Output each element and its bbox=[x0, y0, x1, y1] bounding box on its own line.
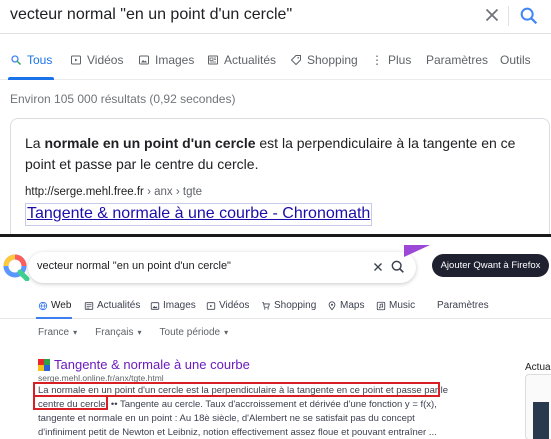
tab-web[interactable]: Web bbox=[38, 300, 71, 311]
tab-label: Plus bbox=[388, 53, 412, 67]
tab-label: Images bbox=[155, 53, 195, 67]
tab-tous[interactable]: Tous bbox=[10, 53, 52, 67]
search-filters: France ▾ Français ▾ Toute période ▾ bbox=[38, 327, 228, 338]
highlight-annotation-box bbox=[33, 382, 440, 397]
search-icon[interactable] bbox=[390, 259, 406, 275]
filter-region[interactable]: France ▾ bbox=[38, 327, 77, 338]
active-tab-indicator bbox=[36, 317, 72, 319]
result-link[interactable]: Tangente & normale à une courbe - Chrono… bbox=[27, 205, 370, 223]
more-vert-icon: ⋮ bbox=[371, 53, 383, 67]
tab-label: Actualités bbox=[97, 300, 141, 311]
qwant-search-bar[interactable]: vecteur normal "en un point d'un cercle" bbox=[28, 252, 416, 283]
tab-parametres[interactable]: Paramètres bbox=[437, 300, 489, 311]
tab-label: Paramètres bbox=[426, 53, 489, 67]
tab-music[interactable]: Music bbox=[376, 300, 415, 311]
filter-label: France bbox=[38, 327, 70, 338]
tab-shopping[interactable]: Shopping bbox=[261, 300, 316, 311]
tab-label: Shopping bbox=[307, 53, 358, 67]
search-divider bbox=[508, 6, 509, 26]
tab-maps[interactable]: Maps bbox=[327, 300, 364, 311]
cart-icon bbox=[262, 301, 270, 310]
tab-label: Outils bbox=[500, 53, 531, 67]
video-icon bbox=[71, 55, 81, 65]
qwant-logo-icon[interactable] bbox=[2, 253, 30, 281]
tab-label: Vidéos bbox=[87, 53, 124, 67]
tab-outils[interactable]: Outils bbox=[500, 53, 531, 67]
music-icon bbox=[376, 301, 386, 310]
qwant-tabs: Web Actualités Images Vidéos Shopping Ma… bbox=[0, 295, 551, 319]
sidebar-thumbnail bbox=[533, 402, 549, 439]
news-icon bbox=[208, 55, 218, 65]
tab-label: Web bbox=[51, 300, 72, 311]
google-screenshot: vecteur normal "en un point d'un cercle"… bbox=[0, 0, 551, 234]
desc-rest: •• Tangente au cercle. Taux d'accroissem… bbox=[108, 399, 437, 410]
result-stats: Environ 105 000 résultats (0,92 secondes… bbox=[10, 92, 236, 106]
tab-actualites[interactable]: Actualités bbox=[84, 300, 140, 311]
filter-language[interactable]: Français ▾ bbox=[95, 327, 141, 338]
tab-images[interactable]: Images bbox=[138, 53, 194, 67]
snippet-cite: http://serge.mehl.free.fr › anx › tgte bbox=[25, 186, 202, 198]
tab-label: Actualités bbox=[224, 53, 277, 67]
snippet-prefix: La bbox=[25, 135, 45, 151]
add-to-firefox-button[interactable]: Ajouter Qwant à Firefox bbox=[432, 254, 549, 277]
image-icon bbox=[150, 301, 160, 310]
cite-path: › anx › tgte bbox=[143, 186, 203, 198]
tab-label: Paramètres bbox=[437, 300, 489, 311]
search-icon[interactable] bbox=[518, 5, 540, 27]
tab-label: Music bbox=[389, 300, 416, 311]
close-icon[interactable] bbox=[371, 260, 385, 274]
chevron-down-icon: ▾ bbox=[224, 328, 229, 337]
result-title-link[interactable]: Tangente & normale à une courbe bbox=[54, 357, 250, 372]
chevron-down-icon: ▾ bbox=[73, 328, 78, 337]
tab-label: Images bbox=[163, 300, 196, 311]
search-icon bbox=[11, 55, 22, 66]
pin-icon bbox=[328, 300, 336, 310]
tab-label: Tous bbox=[27, 53, 53, 67]
tab-actualites[interactable]: Actualités bbox=[207, 53, 276, 67]
promo-ribbon bbox=[404, 245, 430, 257]
tab-label: Vidéos bbox=[219, 300, 250, 311]
close-icon[interactable] bbox=[481, 4, 503, 26]
tab-videos[interactable]: Vidéos bbox=[70, 53, 123, 67]
globe-icon bbox=[38, 301, 48, 310]
desc-line: d'infiniment petit de Newton et Leibniz,… bbox=[38, 427, 437, 438]
tab-images[interactable]: Images bbox=[150, 300, 196, 311]
snippet-text: La normale en un point d'un cercle est l… bbox=[25, 133, 535, 175]
snippet-bold: normale en un point d'un cercle bbox=[44, 135, 256, 151]
google-tabs: Tous Vidéos Images Actualités Shopping ⋮… bbox=[0, 44, 551, 80]
google-search-input[interactable]: vecteur normal "en un point d'un cercle" bbox=[10, 6, 292, 24]
news-icon bbox=[84, 301, 94, 310]
tag-icon bbox=[290, 55, 301, 66]
sidebar-news-label: Actua bbox=[525, 362, 551, 373]
tab-plus[interactable]: ⋮ Plus bbox=[371, 53, 411, 67]
cite-domain: http://serge.mehl.free.fr bbox=[25, 186, 144, 198]
video-icon bbox=[206, 301, 216, 310]
chevron-down-icon: ▾ bbox=[137, 328, 142, 337]
filter-label: Toute période bbox=[159, 327, 221, 338]
tab-label: Shopping bbox=[274, 300, 317, 311]
active-tab-indicator bbox=[8, 77, 54, 80]
tab-label: Maps bbox=[340, 300, 365, 311]
filter-period[interactable]: Toute période ▾ bbox=[160, 327, 229, 338]
qwant-search-input[interactable]: vecteur normal "en un point d'un cercle" bbox=[37, 260, 231, 272]
image-icon bbox=[139, 55, 149, 65]
google-search-bar[interactable]: vecteur normal "en un point d'un cercle" bbox=[0, 0, 551, 34]
featured-snippet: La normale en un point d'un cercle est l… bbox=[10, 118, 550, 234]
filter-label: Français bbox=[95, 327, 134, 338]
link-focus-box: Tangente & normale à une courbe - Chrono… bbox=[25, 203, 372, 226]
tab-videos[interactable]: Vidéos bbox=[206, 300, 249, 311]
highlight-annotation-box bbox=[33, 396, 108, 410]
desc-line: tangente et normale en un point : Au 18è… bbox=[38, 413, 415, 424]
tab-shopping[interactable]: Shopping bbox=[290, 53, 358, 67]
favicon-icon bbox=[38, 359, 50, 371]
tab-parametres[interactable]: Paramètres bbox=[426, 53, 488, 67]
